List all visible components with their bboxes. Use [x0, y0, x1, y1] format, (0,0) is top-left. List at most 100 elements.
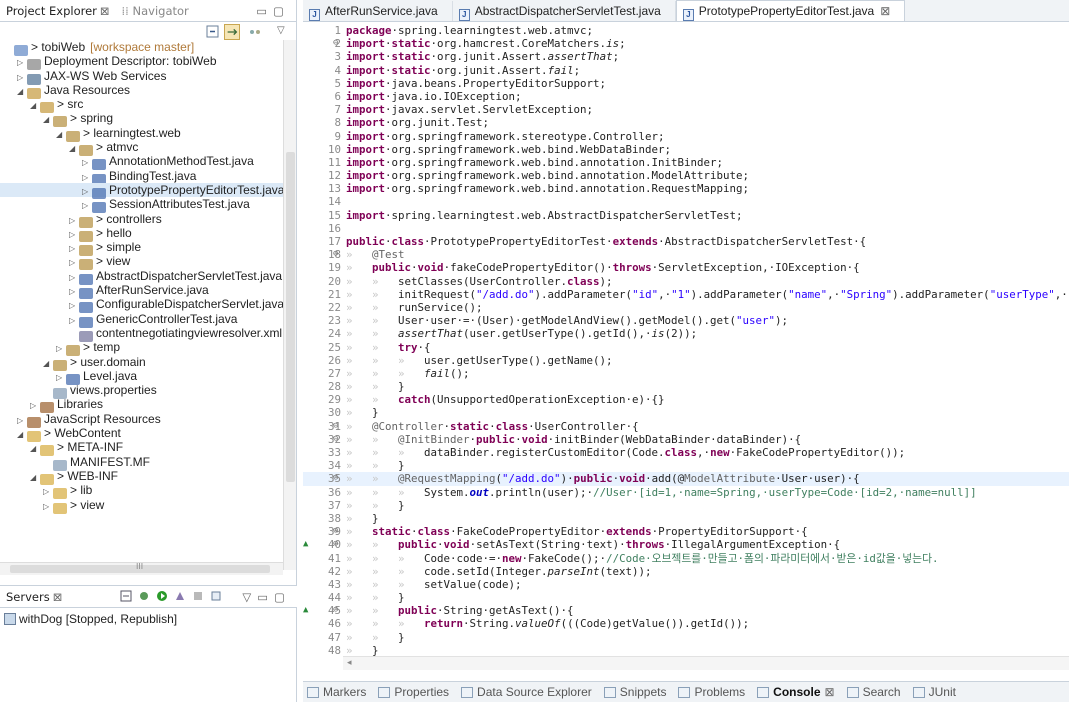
code-line[interactable]: 47» » } — [303, 631, 1069, 644]
tree-node[interactable]: xmlcontentnegotiatingviewresolver.xml — [0, 326, 283, 342]
code-line[interactable]: 16 — [303, 222, 1069, 235]
code-line[interactable]: 18 ⊖» @Test — [303, 248, 1069, 261]
close-icon[interactable]: ⊠ — [100, 4, 110, 18]
chevron-down-icon[interactable]: ▽ — [242, 590, 257, 604]
tree-node[interactable]: ▷package> simple — [0, 240, 283, 257]
fold-toggle-icon[interactable]: ⊖ — [333, 420, 338, 433]
code-line[interactable]: 48» } — [303, 644, 1069, 656]
code-line[interactable]: 46» » » return·String.valueOf(((Code)get… — [303, 617, 1069, 630]
tree-node[interactable]: ◢package> user.domain — [0, 355, 283, 371]
tree-node[interactable]: ▷javaGenericControllerTest.java — [0, 312, 283, 328]
tree-node[interactable]: project> tobiWeb[workspace master] — [0, 40, 283, 56]
new-server-icon[interactable] — [120, 590, 132, 602]
tree-node[interactable]: ▷package> hello — [0, 226, 283, 242]
collapsed-twisty-icon[interactable]: ▷ — [43, 500, 53, 514]
maximize-icon[interactable]: ▢ — [274, 590, 291, 604]
tree-node[interactable]: ◢folder> META-INF — [0, 440, 283, 457]
tree-node[interactable]: ▷descriptorDeployment Descriptor: tobiWe… — [0, 54, 283, 71]
fold-toggle-icon[interactable]: ⊖ — [333, 604, 338, 617]
code-line[interactable]: 17 public·class·PrototypePropertyEditorTe… — [303, 235, 1069, 248]
view-minmax-controls[interactable]: ▽▭▢ — [242, 586, 291, 608]
fold-toggle-icon[interactable]: ⊖ — [333, 248, 338, 261]
tree-node[interactable]: ◢folder> WebContent — [0, 426, 283, 443]
code-line[interactable]: 25» » try·{ — [303, 341, 1069, 354]
close-icon[interactable]: ⊠ — [825, 685, 835, 699]
tree-node[interactable]: ▷javaAbstractDispatcherServletTest.java — [0, 269, 283, 285]
tree-node[interactable]: ▷javaSessionAttributesTest.java — [0, 197, 283, 214]
fold-toggle-icon[interactable]: ⊖ — [333, 37, 338, 50]
code-line[interactable]: 22» » runService(); — [303, 301, 1069, 314]
code-line[interactable]: 28» » } — [303, 380, 1069, 393]
code-line[interactable]: 13 import·org.springframework.web.bind.an… — [303, 182, 1069, 195]
collapse-all-icon[interactable] — [205, 24, 221, 40]
code-line[interactable]: 30» } — [303, 406, 1069, 419]
view-minmax-controls[interactable]: ▭▢ — [256, 0, 290, 22]
code-line[interactable]: 37» » } — [303, 499, 1069, 512]
stop-icon[interactable] — [192, 590, 204, 602]
tree-node[interactable]: ▷javaConfigurableDispatcherServlet.java — [0, 297, 283, 314]
start-icon[interactable] — [156, 590, 168, 602]
code-line[interactable]: 11 import·org.springframework.web.bind.an… — [303, 156, 1069, 169]
tree-node[interactable]: ▷folder> lib — [0, 483, 283, 500]
scroll-thumb[interactable] — [286, 152, 295, 482]
tree-node[interactable]: ▷package> temp — [0, 340, 283, 357]
tab-markers[interactable]: Markers — [303, 685, 374, 699]
tree-node[interactable]: ◢package> learningtest.web — [0, 126, 283, 142]
code-line[interactable]: 32 ⊖» » @InitBinder·public·void·initBinde… — [303, 433, 1069, 446]
tree-node[interactable]: ◢package> spring — [0, 111, 283, 128]
code-line[interactable]: 12 import·org.springframework.web.bind.an… — [303, 169, 1069, 182]
tab-abstractdispatcherservlettest[interactable]: J AbstractDispatcherServletTest.java — [453, 1, 676, 21]
code-line[interactable]: 24» » assertThat(user.getUserType().getI… — [303, 327, 1069, 340]
tab-search[interactable]: Search — [843, 685, 909, 699]
code-line[interactable]: 43» » » setValue(code); — [303, 578, 1069, 591]
tab-properties[interactable]: Properties — [374, 685, 457, 699]
code-line[interactable]: 8 import·org.junit.Test; — [303, 116, 1069, 129]
tab-project-explorer[interactable]: Project Explorer ⊠ — [0, 0, 116, 22]
code-line[interactable]: 27» » » fail(); — [303, 367, 1069, 380]
tab-console[interactable]: Console ⊠ — [753, 685, 842, 699]
code-line[interactable]: 1 package·spring.learningtest.web.atmvc; — [303, 24, 1069, 37]
code-line[interactable]: 4 import·static·org.junit.Assert.fail; — [303, 64, 1069, 77]
code-line[interactable]: 23» » User·user·=·(User)·getModelAndView… — [303, 314, 1069, 327]
tab-data-source-explorer[interactable]: Data Source Explorer — [457, 685, 600, 699]
code-line[interactable]: 44» » } — [303, 591, 1069, 604]
code-line[interactable]: 2 ⊖ import·static·org.hamcrest.CoreMatcher… — [303, 37, 1069, 50]
scroll-left-icon[interactable]: ◂ — [347, 658, 352, 668]
tree-node[interactable]: ▷javaBindingTest.java — [0, 169, 283, 185]
code-line[interactable]: 14 — [303, 195, 1069, 208]
code-line[interactable]: 19» public·void·fakeCodePropertyEditor()… — [303, 261, 1069, 274]
project-tree[interactable]: project> tobiWeb[workspace master]▷descr… — [0, 40, 283, 562]
code-line[interactable]: 10 import·org.springframework.web.bind.We… — [303, 143, 1069, 156]
tree-node[interactable]: ▷javaAnnotationMethodTest.java — [0, 154, 283, 171]
tab-servers[interactable]: Servers ⊠ — [0, 586, 68, 608]
tree-node[interactable]: fileviews.properties — [0, 383, 283, 400]
fold-toggle-icon[interactable]: ⊖ — [333, 525, 338, 538]
code-line[interactable]: 31 ⊖» @Controller·static·class·UserContro… — [303, 420, 1069, 433]
tab-navigator[interactable]: ⁞⁞ Navigator — [116, 0, 195, 22]
code-line[interactable]: 6 import·java.io.IOException; — [303, 90, 1069, 103]
code-area[interactable]: 1 package·spring.learningtest.web.atmvc; 2… — [303, 24, 1069, 656]
tab-afterrunservice[interactable]: J AfterRunService.java — [303, 1, 453, 21]
tab-junit[interactable]: JUnit — [909, 685, 964, 699]
chevron-down-icon[interactable]: ▽ — [277, 25, 285, 36]
tree-node[interactable]: ▷javaAfterRunService.java — [0, 283, 283, 300]
fold-toggle-icon[interactable]: ⊖ — [333, 472, 338, 485]
code-line[interactable]: 35 ⊖» » @RequestMapping("/add.do")·public… — [303, 472, 1069, 486]
view-menu-icon[interactable] — [247, 24, 263, 40]
profile-icon[interactable] — [174, 590, 186, 602]
tab-snippets[interactable]: Snippets — [600, 685, 675, 699]
tree-node[interactable]: ◢srcfolder> src — [0, 97, 283, 114]
debug-icon[interactable] — [138, 590, 150, 602]
code-line[interactable]: ▲ 45 ⊖» » public·String·getAsText()·{ — [303, 604, 1069, 617]
tree-node[interactable]: ▷package> view — [0, 254, 283, 271]
fold-toggle-icon[interactable]: ⊖ — [333, 538, 338, 551]
tree-node[interactable]: ▷folder> view — [0, 498, 283, 514]
code-line[interactable]: 29» » catch(UnsupportedOperationExceptio… — [303, 393, 1069, 406]
code-line[interactable]: 9 import·org.springframework.stereotype.C… — [303, 130, 1069, 143]
code-line[interactable]: 41» » » Code·code·=·new·FakeCode();·//Co… — [303, 552, 1069, 565]
tree-node[interactable]: ▷javaLevel.java — [0, 369, 283, 385]
tree-vertical-scrollbar[interactable] — [283, 40, 296, 570]
tree-node[interactable]: ◢package> atmvc — [0, 140, 283, 157]
close-icon[interactable]: ⊠ — [53, 590, 63, 604]
tab-problems[interactable]: Problems — [674, 685, 753, 699]
